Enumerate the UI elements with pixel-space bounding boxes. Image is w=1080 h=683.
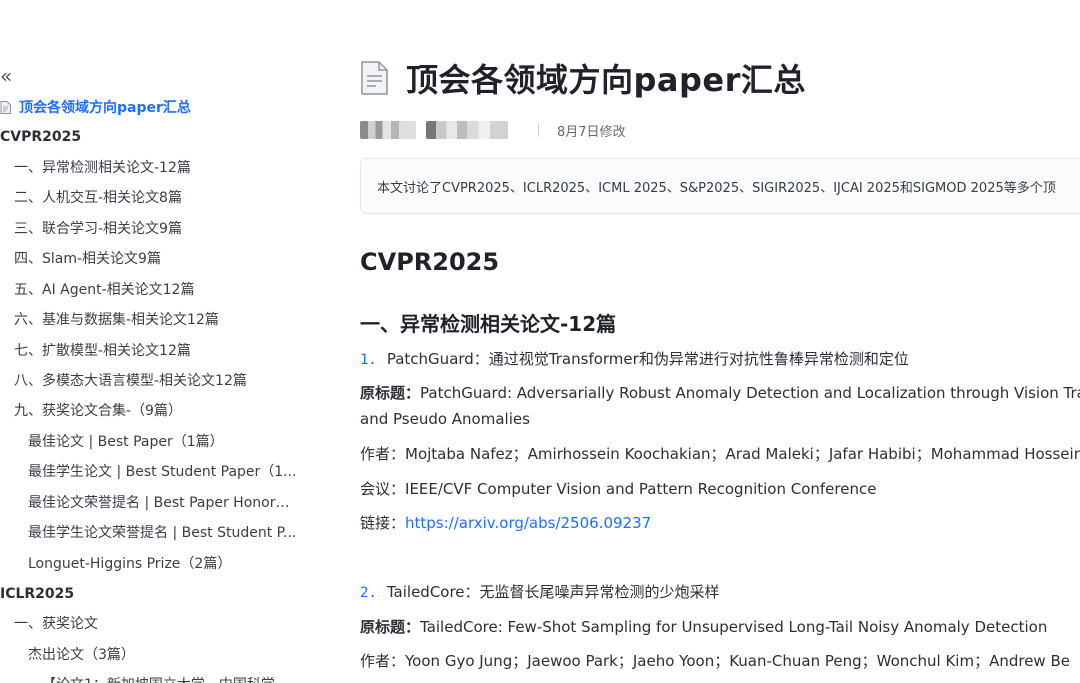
document-icon (361, 61, 388, 95)
document-icon (0, 100, 11, 114)
sidebar-doc-title: 顶会各领域方向paper汇总 (19, 100, 191, 116)
toc-subitem[interactable]: 最佳论文荣誉提名 | Best Paper Honorab... (28, 492, 298, 514)
paper-orig-title: 原标题：TailedCore: Few-Shot Sampling for Un… (360, 614, 1047, 640)
author-name-redacted[interactable] (426, 121, 508, 139)
toc-item[interactable]: 四、Slam-相关论文9篇 (14, 248, 161, 270)
sidebar-toc: « 顶会各领域方向paper汇总 CVPR2025 一、异常检测相关论文-12篇… (0, 0, 330, 683)
avatar[interactable] (360, 121, 416, 139)
document-body: 顶会各领域方向paper汇总 8月7日修改 本文讨论了CVPR2025、ICLR… (360, 0, 1080, 683)
link-label: 链接： (360, 514, 406, 532)
toc-subitem[interactable]: 【论文1：新加坡国立大学、中国科学 (42, 674, 312, 683)
toc-subitem[interactable]: 最佳论文 | Best Paper（1篇） (28, 431, 298, 453)
meta-divider (538, 123, 539, 137)
toc-subitem[interactable]: Longuet-Higgins Prize（2篇） (28, 553, 298, 575)
list-number: 1. (360, 352, 377, 368)
toc-item[interactable]: 二、人机交互-相关论文8篇 (14, 187, 182, 209)
paper-headline: 1. PatchGuard：通过视觉Transformer和伪异常进行对抗性鲁棒异… (360, 346, 909, 373)
summary-callout: 本文讨论了CVPR2025、ICLR2025、ICML 2025、S&P2025… (360, 158, 1080, 214)
orig-title-label: 原标题： (360, 618, 421, 636)
paper-orig-title-cont: and Pseudo Anomalies (360, 410, 530, 428)
doc-meta: 8月7日修改 (360, 118, 626, 142)
paper-orig-title: 原标题：PatchGuard: Adversarially Robust Ano… (360, 380, 1080, 406)
toc-item[interactable]: 九、获奖论文合集-（9篇） (14, 400, 182, 422)
venue-label: 会议： (360, 480, 406, 498)
title-row: 顶会各领域方向paper汇总 (360, 56, 806, 100)
paper-link[interactable]: https://arxiv.org/abs/2506.09237 (405, 514, 651, 532)
authors-text: Mojtaba Nafez；Amirhossein Koochakian；Ara… (405, 445, 1080, 463)
toc-item[interactable]: 一、异常检测相关论文-12篇 (14, 157, 191, 179)
sidebar-doc-link[interactable]: 顶会各领域方向paper汇总 (0, 96, 191, 118)
toc-item[interactable]: 三、联合学习-相关论文9篇 (14, 218, 182, 240)
heading-cvpr2025: CVPR2025 (360, 248, 500, 276)
list-number: 2. (360, 585, 377, 601)
paper-headline-text: PatchGuard：通过视觉Transformer和伪异常进行对抗性鲁棒异常检… (386, 350, 909, 368)
venue-text: IEEE/CVF Computer Vision and Pattern Rec… (405, 480, 877, 498)
toc-item[interactable]: 五、AI Agent-相关论文12篇 (14, 279, 194, 301)
authors-label: 作者： (360, 445, 406, 463)
orig-title-text: TailedCore: Few-Shot Sampling for Unsupe… (420, 618, 1048, 636)
toc-item[interactable]: 八、多模态大语言模型-相关论文12篇 (14, 370, 247, 392)
heading-anomaly-detection: 一、异常检测相关论文-12篇 (360, 312, 617, 336)
paper-link-row: 链接：https://arxiv.org/abs/2506.09237 (360, 510, 651, 536)
paper-headline-text: TailedCore：无监督长尾噪声异常检测的少炮采样 (386, 583, 720, 601)
orig-title-text: PatchGuard: Adversarially Robust Anomaly… (420, 384, 1080, 402)
toc-item[interactable]: 一、获奖论文 (14, 613, 98, 635)
summary-text: 本文讨论了CVPR2025、ICLR2025、ICML 2025、S&P2025… (377, 180, 1056, 196)
toc-item[interactable]: 六、基准与数据集-相关论文12篇 (14, 309, 219, 331)
toc-subitem[interactable]: 最佳学生论文荣誉提名 | Best Student P... (28, 522, 298, 544)
modified-date: 8月7日修改 (557, 124, 626, 140)
toc-subitem[interactable]: 杰出论文（3篇） (28, 644, 298, 666)
toc-item[interactable]: 七、扩散模型-相关论文12篇 (14, 340, 191, 362)
paper-headline: 2. TailedCore：无监督长尾噪声异常检测的少炮采样 (360, 579, 720, 606)
paper-authors: 作者：Mojtaba Nafez；Amirhossein Koochakian；… (360, 441, 1080, 467)
double-chevron-left-icon[interactable]: « (0, 64, 12, 88)
paper-venue: 会议：IEEE/CVF Computer Vision and Pattern … (360, 476, 876, 502)
authors-label: 作者： (360, 652, 406, 670)
paper-authors: 作者：Yoon Gyo Jung；Jaewoo Park；Jaeho Yoon；… (360, 648, 1070, 674)
toc-heading-iclr2025[interactable]: ICLR2025 (0, 583, 74, 605)
toc-heading-cvpr2025[interactable]: CVPR2025 (0, 126, 81, 148)
page-title: 顶会各领域方向paper汇总 (406, 61, 806, 99)
authors-text: Yoon Gyo Jung；Jaewoo Park；Jaeho Yoon；Kua… (405, 652, 1070, 670)
orig-title-label: 原标题： (360, 384, 421, 402)
toc-subitem[interactable]: 最佳学生论文 | Best Student Paper（1... (28, 461, 298, 483)
